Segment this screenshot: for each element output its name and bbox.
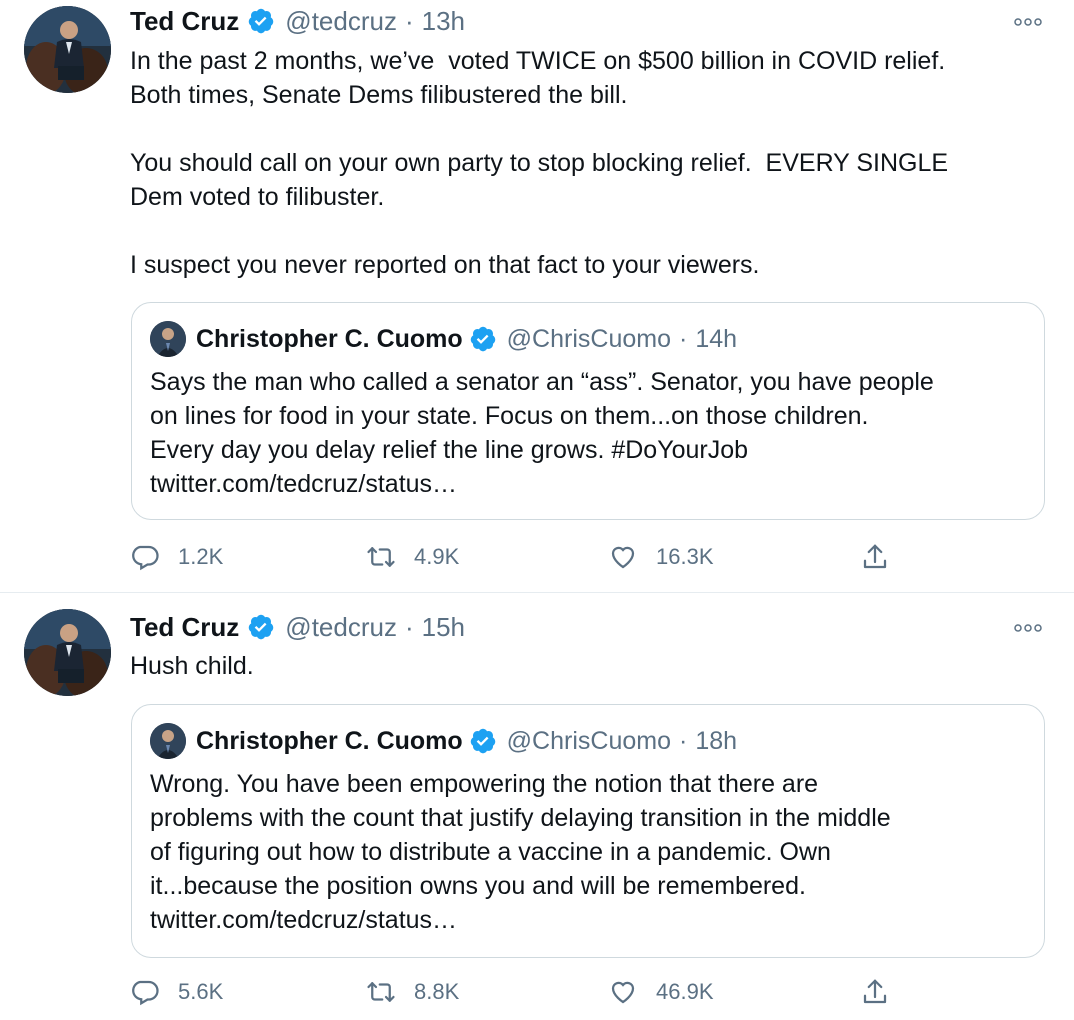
quoted-text-line: Every day you delay relief the line grow… [150,436,749,464]
share-button[interactable] [860,972,890,1012]
tweet-actions: 1.2K 4.9K 16.3K [130,537,910,577]
separator-dot: · [678,324,688,353]
retweet-icon [367,547,395,567]
quoted-tweet-header: Christopher C. Cuomo @ChrisCuomo · 18h [150,723,737,759]
verified-badge-icon [247,7,275,35]
retweet-count: 8.8K [414,979,460,1004]
avatar[interactable] [24,6,111,93]
tweet-text: Hush child. [130,652,254,680]
reply-button[interactable]: 1.2K [130,537,223,577]
heart-icon [611,981,635,1004]
reply-icon [132,980,159,1006]
share-button[interactable] [860,537,890,577]
separator-dot: · [404,5,414,36]
author-name[interactable]: Ted Cruz [130,612,239,643]
quoted-tweet-link[interactable]: twitter.com/tedcruz/status… [150,467,1030,501]
quoted-text-line: on lines for food in your state. Focus o… [150,402,869,430]
quoted-tweet-time: 18h [695,726,738,755]
quoted-text-line: it...because the position owns you and w… [150,872,806,900]
more-options-icon[interactable] [1012,618,1044,638]
retweet-button[interactable]: 8.8K [366,972,459,1012]
tweet-actions: 5.6K 8.8K 46.9K [130,972,910,1012]
verified-badge-icon [247,613,275,641]
quoted-text-line: problems with the count that justify del… [150,804,891,832]
separator-dot: · [678,726,688,755]
separator-dot: · [404,611,414,642]
reply-button[interactable]: 5.6K [130,972,223,1012]
quoted-author-handle: @ChrisCuomo [506,324,671,353]
author-name[interactable]: Ted Cruz [130,6,239,37]
reply-icon [132,545,159,571]
author-handle[interactable]: @tedcruz [285,612,397,643]
more-options-icon[interactable] [1012,12,1044,32]
quoted-tweet[interactable]: Christopher C. Cuomo @ChrisCuomo · 14h S… [131,302,1045,520]
like-count: 46.9K [656,979,714,1004]
like-button[interactable]: 46.9K [608,972,714,1012]
quoted-text-line: of figuring out how to distribute a vacc… [150,838,831,866]
verified-badge-icon [469,727,497,755]
tweet-text: In the past 2 months, we’ve voted TWICE … [130,47,949,279]
verified-badge-icon [469,325,497,353]
quoted-tweet-header: Christopher C. Cuomo @ChrisCuomo · 14h [150,321,737,357]
tweet-header: Ted Cruz @tedcruz · 13h [130,3,465,39]
quoted-text-line: Says the man who called a senator an “as… [150,368,934,396]
avatar [150,321,186,357]
quoted-author-handle: @ChrisCuomo [506,726,671,755]
like-count: 16.3K [656,544,714,569]
quoted-tweet-time: 14h [695,324,738,353]
reply-count: 1.2K [178,544,224,569]
share-icon [863,544,887,569]
avatar[interactable] [24,609,111,696]
heart-icon [611,546,635,569]
author-handle[interactable]: @tedcruz [285,6,397,37]
reply-count: 5.6K [178,979,224,1004]
tweet[interactable]: Ted Cruz @tedcruz · 15h Hush child. Chri… [0,594,1074,1020]
tweet-header: Ted Cruz @tedcruz · 15h [130,609,465,645]
quoted-author-name: Christopher C. Cuomo [196,324,463,353]
quoted-tweet-text: Wrong. You have been empowering the noti… [150,767,1030,937]
like-button[interactable]: 16.3K [608,537,714,577]
quoted-tweet[interactable]: Christopher C. Cuomo @ChrisCuomo · 18h W… [131,704,1045,958]
quoted-tweet-text: Says the man who called a senator an “as… [150,365,1030,501]
tweet-time[interactable]: 13h [422,6,465,37]
quoted-tweet-link[interactable]: twitter.com/tedcruz/status… [150,903,1030,937]
share-icon [863,979,887,1004]
retweet-button[interactable]: 4.9K [366,537,459,577]
avatar [150,723,186,759]
retweet-icon [367,982,395,1002]
tweet[interactable]: Ted Cruz @tedcruz · 13h In the past 2 mo… [0,0,1074,593]
retweet-count: 4.9K [414,544,460,569]
quoted-author-name: Christopher C. Cuomo [196,726,463,755]
quoted-text-line: Wrong. You have been empowering the noti… [150,770,819,798]
tweet-time[interactable]: 15h [422,612,465,643]
